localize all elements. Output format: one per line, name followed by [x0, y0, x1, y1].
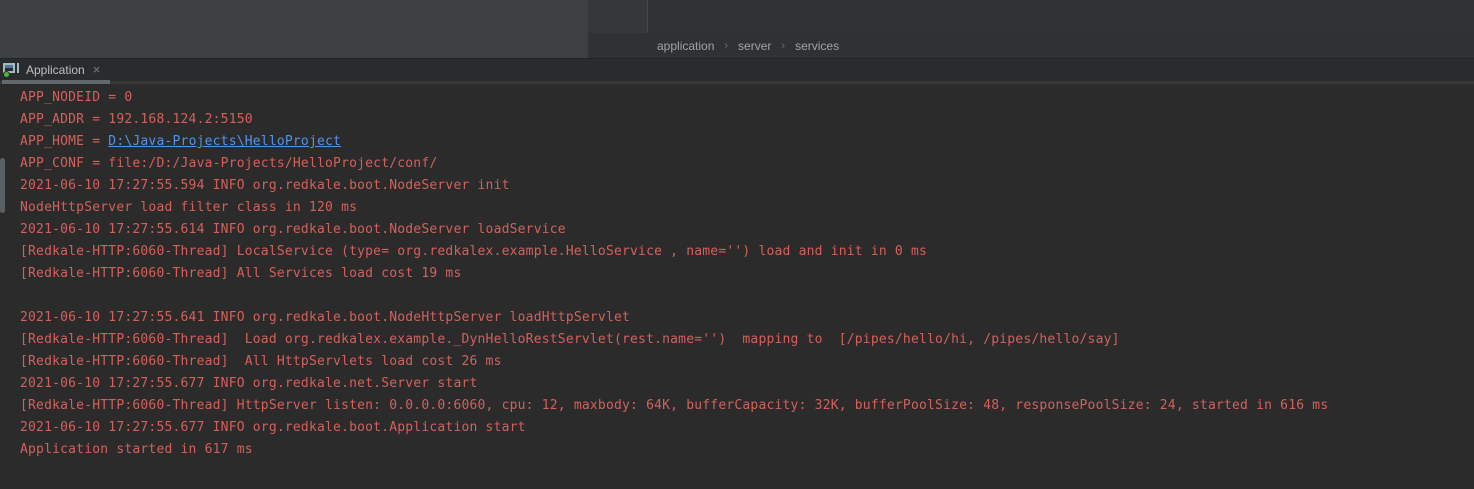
log-text: APP_NODEID = 0: [20, 90, 132, 105]
console-line: NodeHttpServer load filter class in 120 …: [20, 197, 1470, 219]
console-line: APP_NODEID = 0: [20, 87, 1470, 109]
console-window-side: [17, 63, 19, 73]
console-output[interactable]: APP_NODEID = 0 APP_ADDR = 192.168.124.2:5…: [0, 84, 1474, 489]
running-indicator-icon: [3, 71, 10, 78]
breadcrumb-item-application[interactable]: application: [657, 39, 714, 53]
run-console-icon: [3, 62, 20, 78]
log-text: APP_HOME =: [20, 134, 108, 149]
log-text: 2021-06-10 17:27:55.614 INFO org.redkale…: [20, 222, 566, 237]
log-text: NodeHttpServer load filter class in 120 …: [20, 200, 357, 215]
console-line: APP_ADDR = 192.168.124.2:5150: [20, 109, 1470, 131]
log-text: APP_CONF = file:/D:/Java-Projects/HelloP…: [20, 156, 437, 171]
console-line: [Redkale-HTTP:6060-Thread] Load org.redk…: [20, 329, 1470, 351]
console-line: [Redkale-HTTP:6060-Thread] HttpServer li…: [20, 395, 1470, 417]
editor-right-panel: application › server › services: [588, 0, 1474, 58]
log-text: [Redkale-HTTP:6060-Thread] HttpServer li…: [20, 398, 1328, 413]
close-icon[interactable]: ×: [93, 63, 101, 76]
tab-application[interactable]: Application ×: [0, 58, 106, 81]
console-line: [20, 285, 1470, 307]
breadcrumb-item-services[interactable]: services: [795, 39, 839, 53]
log-text: [Redkale-HTTP:6060-Thread] LocalService …: [20, 244, 927, 259]
console-log-text: APP_NODEID = 0 APP_ADDR = 192.168.124.2:5…: [20, 87, 1470, 461]
breadcrumb: application › server › services: [588, 33, 1474, 58]
log-text: 2021-06-10 17:27:55.677 INFO org.redkale…: [20, 420, 526, 435]
console-line: [Redkale-HTTP:6060-Thread] All HttpServl…: [20, 351, 1470, 373]
breadcrumb-item-server[interactable]: server: [738, 39, 771, 53]
console-window-fill: [5, 65, 13, 68]
console-line: APP_CONF = file:/D:/Java-Projects/HelloP…: [20, 153, 1470, 175]
breadcrumb-separator-icon: ›: [781, 40, 785, 52]
log-text: Application started in 617 ms: [20, 442, 253, 457]
console-line: 2021-06-10 17:27:55.614 INFO org.redkale…: [20, 219, 1470, 241]
console-line: 2021-06-10 17:27:55.677 INFO org.redkale…: [20, 373, 1470, 395]
log-text: 2021-06-10 17:27:55.594 INFO org.redkale…: [20, 178, 510, 193]
console-line: Application started in 617 ms: [20, 439, 1470, 461]
tab-label: Application: [26, 63, 85, 77]
scrollbar-thumb[interactable]: [0, 158, 5, 213]
console-line: APP_HOME = D:\Java-Projects\HelloProject: [20, 131, 1470, 153]
console-line: [Redkale-HTTP:6060-Thread] LocalService …: [20, 241, 1470, 263]
log-text: APP_ADDR = 192.168.124.2:5150: [20, 112, 253, 127]
console-line: 2021-06-10 17:27:55.641 INFO org.redkale…: [20, 307, 1470, 329]
log-text: [Redkale-HTTP:6060-Thread] Load org.redk…: [20, 332, 1120, 347]
console-line: [Redkale-HTTP:6060-Thread] All Services …: [20, 263, 1470, 285]
log-text: [Redkale-HTTP:6060-Thread] All Services …: [20, 266, 461, 281]
file-path-link[interactable]: D:\Java-Projects\HelloProject: [108, 134, 341, 149]
console-line: 2021-06-10 17:27:55.677 INFO org.redkale…: [20, 417, 1470, 439]
breadcrumb-separator-icon: ›: [724, 40, 728, 52]
console-line: 2021-06-10 17:27:55.594 INFO org.redkale…: [20, 175, 1470, 197]
editor-left-panel: [0, 0, 588, 58]
log-text: [Redkale-HTTP:6060-Thread] All HttpServl…: [20, 354, 502, 369]
editor-header: application › server › services: [0, 0, 1474, 58]
editor-splitter-segment: [588, 0, 648, 33]
log-text: 2021-06-10 17:27:55.641 INFO org.redkale…: [20, 310, 630, 325]
editor-top-strip: [588, 0, 1474, 33]
log-text: 2021-06-10 17:27:55.677 INFO org.redkale…: [20, 376, 478, 391]
